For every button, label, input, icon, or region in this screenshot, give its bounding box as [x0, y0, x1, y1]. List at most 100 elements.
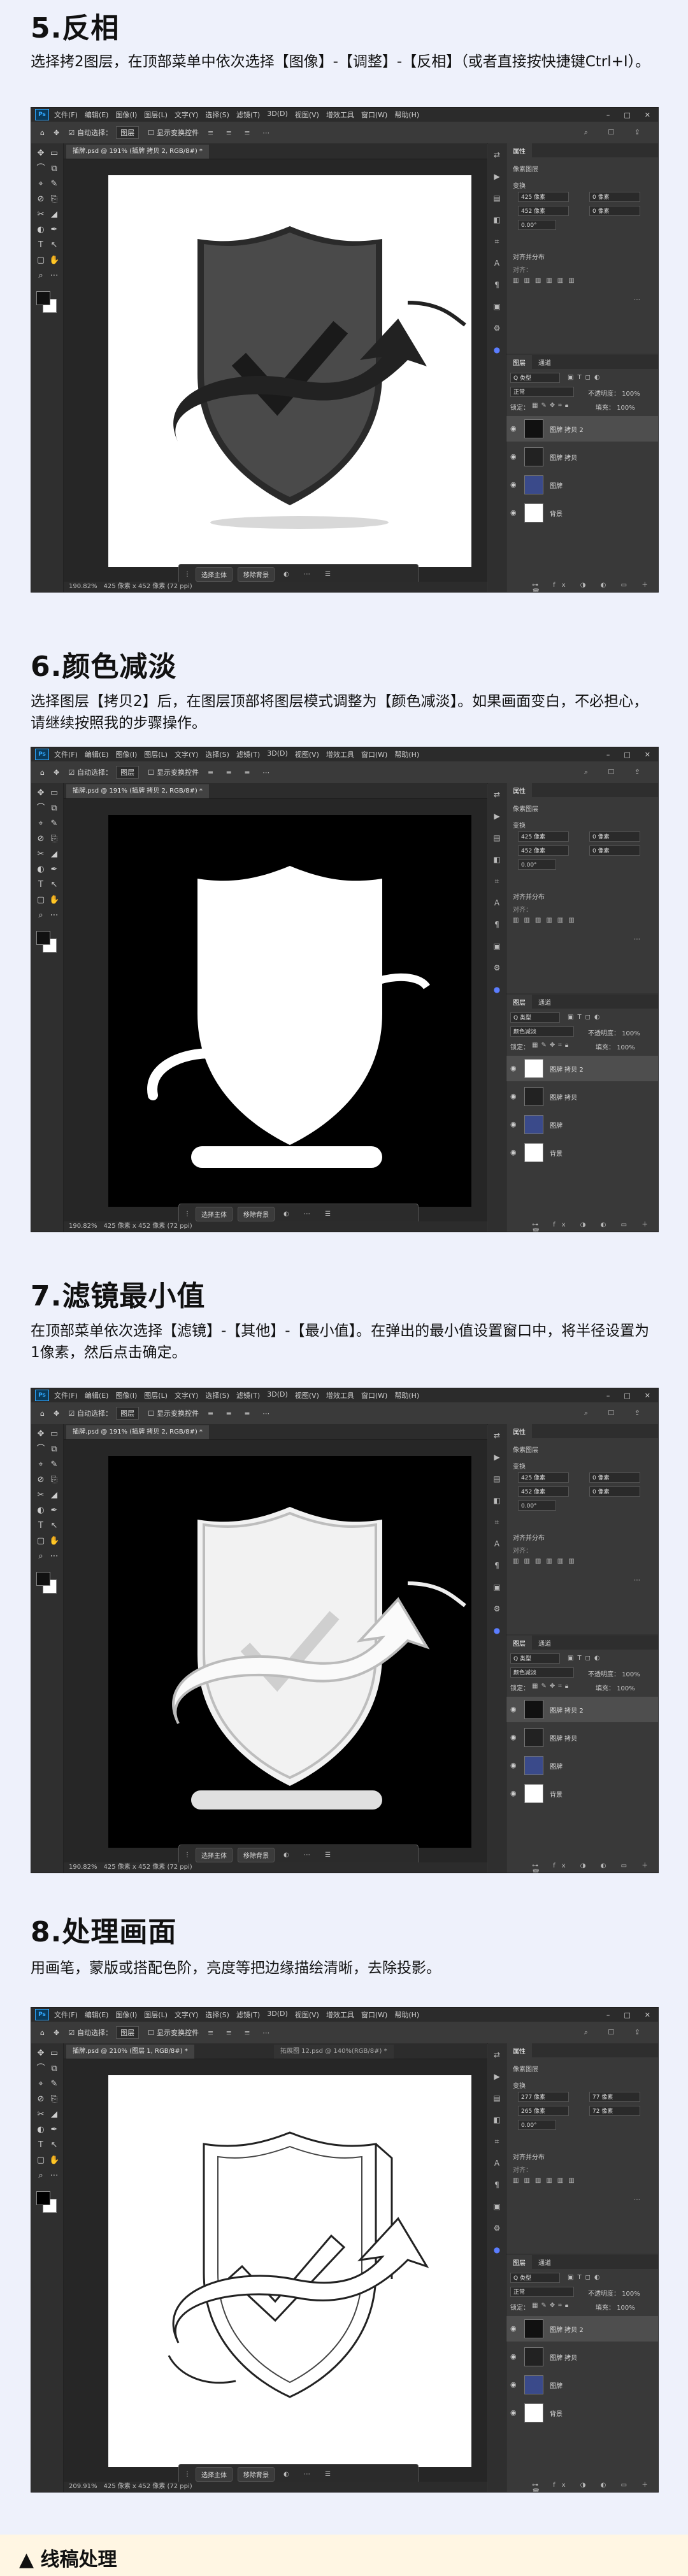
angle-field[interactable]: 0.00° — [518, 2120, 556, 2130]
minimize-icon[interactable]: – — [606, 2011, 610, 2019]
angle-field[interactable]: 0.00° — [518, 1500, 556, 1511]
layer-row[interactable]: ◉ 图牌 拷贝 — [506, 1084, 658, 1109]
menu-item[interactable]: 滤镜(T) — [236, 749, 260, 759]
tab-layers[interactable]: 图层 — [506, 354, 532, 370]
tool-icon[interactable]: ◐ — [36, 225, 46, 235]
tool-icon[interactable]: T — [36, 1521, 46, 1531]
auto-select-target-select[interactable]: 图层 — [116, 1407, 140, 1420]
visibility-eye-icon[interactable]: ◉ — [510, 2324, 517, 2333]
menu-item[interactable]: 增效工具 — [326, 2010, 354, 2020]
panel-shortcut-icon[interactable]: ⌗ — [492, 236, 502, 247]
panel-shortcut-icon[interactable]: ⌗ — [492, 1517, 502, 1527]
align-icons[interactable]: ≡ ≡ ≡ ⋯ — [208, 768, 275, 777]
tool-icon[interactable]: ⌖ — [36, 819, 46, 829]
tool-icon[interactable]: ⋯ — [49, 1551, 59, 1562]
panel-shortcut-icon[interactable]: ▶ — [492, 1452, 502, 1462]
tool-icon[interactable]: ◢ — [49, 210, 59, 220]
panel-shortcut-icon[interactable]: ▶ — [492, 171, 502, 182]
panel-shortcut-icon[interactable]: ▣ — [492, 2201, 502, 2212]
menu-item[interactable]: 编辑(E) — [85, 2010, 109, 2020]
filter-icons[interactable]: ▣T◻◐ — [568, 374, 604, 381]
tool-icon[interactable]: ✥ — [36, 2048, 46, 2059]
angle-field[interactable]: 0.00° — [518, 860, 556, 870]
panel-shortcut-icon[interactable]: ▶ — [492, 2071, 502, 2082]
menu-item[interactable]: 编辑(E) — [85, 110, 109, 120]
menu-item[interactable]: 文字(Y) — [175, 110, 198, 120]
layer-footer-icons[interactable]: ⊶ fx ◑ ◐ ▭ ＋ 🗑︎ — [532, 579, 658, 592]
menu-item[interactable]: 图层(L) — [144, 2010, 168, 2020]
panel-shortcut-icon[interactable]: ⚙ — [492, 323, 502, 333]
show-transform-checkbox[interactable]: ☐ — [148, 129, 154, 137]
panel-shortcut-icon[interactable]: ◧ — [492, 854, 502, 865]
panel-shortcut-icon[interactable]: ¶ — [492, 919, 502, 930]
menu-item[interactable]: 图层(L) — [144, 1390, 168, 1400]
menu-item[interactable]: 窗口(W) — [361, 1390, 387, 1400]
filter-icons[interactable]: ▣T◻◐ — [568, 1655, 604, 1662]
panel-shortcut-icon[interactable]: ⇄ — [492, 1430, 502, 1441]
blend-mode-select[interactable]: 正常 — [510, 2287, 574, 2297]
menu-item[interactable]: 3D(D) — [267, 1390, 288, 1400]
tool-icon[interactable]: T — [36, 2140, 46, 2150]
maximize-icon[interactable]: □ — [624, 2011, 630, 2019]
menu-item[interactable]: 窗口(W) — [361, 110, 387, 120]
panel-shortcut-icon[interactable]: ◧ — [492, 2115, 502, 2125]
more-options-icon[interactable]: ◐ ⋯ ☰ — [283, 571, 337, 578]
tab-channels[interactable]: 通道 — [532, 2255, 557, 2270]
opacity-value[interactable]: 100% — [622, 391, 640, 398]
layer-row[interactable]: ◉ 图牌 — [506, 1753, 658, 1778]
tool-icon[interactable]: ✥ — [36, 148, 46, 159]
more-icon[interactable]: ⋯ — [634, 296, 640, 303]
panel-shortcut-icon[interactable]: ▤ — [492, 1474, 502, 1484]
more-options-icon[interactable]: ◐ ⋯ ☰ — [283, 1211, 337, 1218]
tool-icon[interactable]: ✂ — [36, 849, 46, 860]
tool-icon[interactable]: ✎ — [49, 1460, 59, 1470]
panel-shortcut-icon[interactable]: ● — [492, 345, 502, 355]
panel-shortcut-icon[interactable]: A — [492, 898, 502, 908]
home-icon[interactable]: ⌂ — [40, 2029, 45, 2037]
tab-channels[interactable]: 通道 — [532, 355, 557, 370]
fill-value[interactable]: 100% — [617, 1685, 635, 1692]
select-subject-button[interactable]: 选择主体 — [196, 1206, 233, 1221]
foreground-color-swatch[interactable] — [36, 291, 50, 305]
show-transform-checkbox[interactable]: ☐ — [148, 2029, 154, 2037]
menu-item[interactable]: 增效工具 — [326, 1390, 354, 1400]
layer-row[interactable]: ◉ 背景 — [506, 1140, 658, 1165]
layer-footer-icons[interactable]: ⊶ fx ◑ ◐ ▭ ＋ 🗑︎ — [532, 1860, 658, 1873]
tool-icon[interactable]: ✎ — [49, 179, 59, 189]
panel-shortcut-icon[interactable]: ▤ — [492, 2093, 502, 2103]
move-tool-icon[interactable]: ✥ — [54, 129, 59, 137]
tool-icon[interactable]: ▭ — [49, 788, 59, 798]
menu-item[interactable]: 窗口(W) — [361, 749, 387, 759]
tab-layers[interactable]: 图层 — [506, 1635, 532, 1650]
menu-item[interactable]: 文字(Y) — [175, 749, 198, 759]
more-icon[interactable]: ⋯ — [634, 936, 640, 943]
height-field[interactable]: 452 像素 — [518, 845, 569, 856]
move-tool-icon[interactable]: ✥ — [54, 1409, 59, 1418]
tool-icon[interactable]: ▭ — [49, 1429, 59, 1439]
document-tab[interactable]: 插牌.psd @ 210% (图层 1, RGB/8#) * — [66, 2045, 194, 2059]
panel-shortcut-icon[interactable]: ⚙ — [492, 2223, 502, 2233]
menu-item[interactable]: 3D(D) — [267, 2010, 288, 2020]
tool-icon[interactable]: ▢ — [36, 1536, 46, 1546]
visibility-eye-icon[interactable]: ◉ — [510, 452, 517, 461]
panel-shortcut-icon[interactable]: ¶ — [492, 280, 502, 290]
visibility-eye-icon[interactable]: ◉ — [510, 2352, 517, 2361]
menu-item[interactable]: 文字(Y) — [175, 1390, 198, 1400]
tool-icon[interactable]: ▢ — [36, 2155, 46, 2166]
tool-icon[interactable]: ⋯ — [49, 271, 59, 281]
tool-icon[interactable]: ✋ — [49, 895, 59, 905]
tool-icon[interactable]: ⊘ — [36, 2094, 46, 2105]
layer-row[interactable]: ◉ 图牌 拷贝 2 — [506, 2316, 658, 2342]
close-icon[interactable]: ✕ — [645, 751, 650, 759]
tool-icon[interactable]: ⧉ — [49, 2064, 59, 2074]
foreground-color-swatch[interactable] — [36, 2191, 50, 2205]
visibility-eye-icon[interactable]: ◉ — [510, 2380, 517, 2389]
tab-layers[interactable]: 图层 — [506, 2254, 532, 2270]
home-icon[interactable]: ⌂ — [40, 768, 45, 777]
tool-icon[interactable]: ✋ — [49, 2155, 59, 2166]
search-icon[interactable]: ⌕ ☐ ⇪ — [584, 768, 649, 777]
canvas[interactable] — [108, 1456, 471, 1848]
blend-mode-select[interactable]: 颜色减淡 — [510, 1667, 574, 1678]
align-icons[interactable]: ≡ ≡ ≡ ⋯ — [208, 1409, 275, 1418]
tool-icon[interactable]: ↖ — [49, 1521, 59, 1531]
